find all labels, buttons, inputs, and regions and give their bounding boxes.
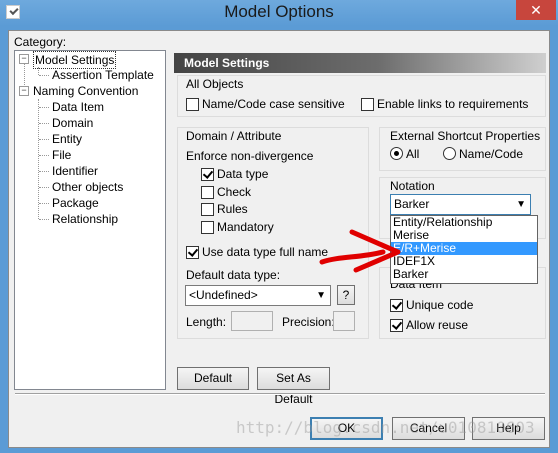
watermark: http://blog.csdn.net/u010810603 <box>236 418 535 437</box>
red-arrow-annotation <box>319 229 401 273</box>
model-options-window: Model Options ✕ Category: − Model Settin… <box>0 0 558 453</box>
arrow-head <box>349 229 401 273</box>
